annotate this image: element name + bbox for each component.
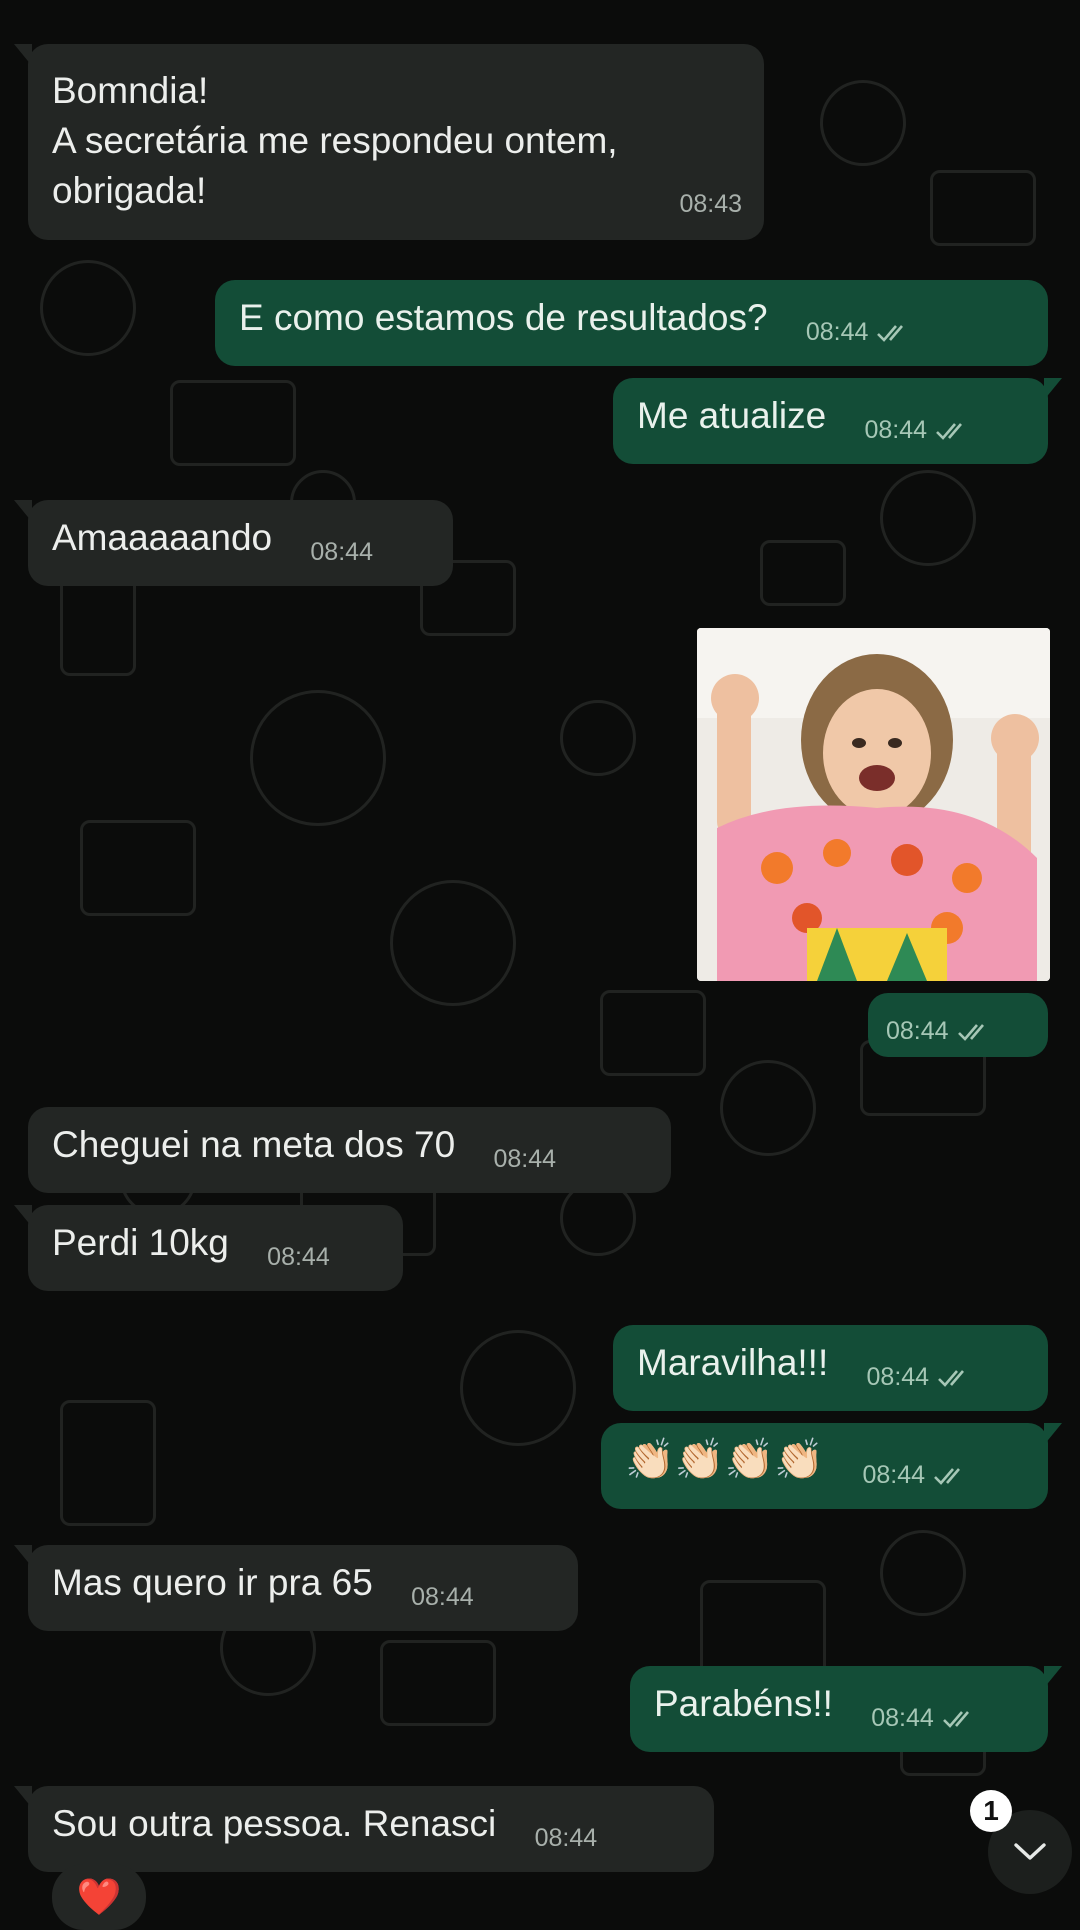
message-time: 08:44 [310, 538, 373, 566]
message-incoming[interactable]: Bomndia! A secretária me respondeu ontem… [14, 44, 764, 240]
unread-count-badge: 1 [970, 1790, 1012, 1832]
message-outgoing[interactable]: Maravilha!!! 08:44 [613, 1325, 1048, 1411]
sticker-image[interactable] [697, 628, 1050, 981]
message-time: 08:44 [534, 1824, 598, 1852]
read-ticks-icon [957, 1021, 993, 1043]
heart-reaction-icon: ❤️ [76, 1876, 122, 1917]
message-time: 08:44 [864, 416, 928, 444]
toddler-celebrating-sticker [697, 628, 1050, 981]
message-text: 👏🏻👏🏻👏🏻👏🏻 [625, 1438, 825, 1482]
message-text: Sou outra pessoa. Renasci [52, 1803, 497, 1844]
message-time: 08:43 [679, 190, 742, 218]
message-meta: 08:44 [806, 309, 913, 356]
message-incoming[interactable]: Mas quero ir pra 65 08:44 [14, 1545, 578, 1631]
message-time: 08:44 [267, 1243, 330, 1271]
read-ticks-icon [942, 1708, 978, 1730]
reaction-pill[interactable]: ❤️ [52, 1864, 146, 1930]
read-ticks-icon [933, 1465, 969, 1487]
message-meta: 08:44 [871, 1695, 978, 1742]
message-text: Me atualize [637, 395, 827, 436]
message-incoming[interactable]: Perdi 10kg 08:44 [14, 1205, 403, 1291]
message-time: 08:44 [886, 1017, 949, 1045]
message-text: E como estamos de resultados? [239, 297, 768, 338]
message-outgoing[interactable]: 👏🏻👏🏻👏🏻👏🏻 08:44 [601, 1423, 1062, 1509]
read-ticks-icon [935, 420, 971, 442]
message-outgoing[interactable]: E como estamos de resultados? 08:44 [215, 280, 1048, 366]
message-time: 08:44 [871, 1704, 934, 1732]
message-text: Parabéns!! [654, 1683, 833, 1724]
message-meta: 08:44 [865, 407, 972, 454]
read-ticks-icon [937, 1367, 973, 1389]
message-time: 08:44 [805, 318, 869, 346]
message-text: Bomndia! A secretária me respondeu ontem… [52, 70, 618, 211]
message-text: Perdi 10kg [52, 1222, 229, 1263]
message-text: Maravilha!!! [637, 1342, 829, 1383]
message-time: 08:44 [862, 1461, 926, 1489]
message-outgoing[interactable]: Parabéns!! 08:44 [630, 1666, 1062, 1752]
message-text: Mas quero ir pra 65 [52, 1562, 373, 1603]
message-meta: 08:44 [886, 1008, 993, 1055]
message-outgoing[interactable]: Me atualize 08:44 [613, 378, 1062, 464]
message-text: Cheguei na meta dos 70 [52, 1124, 456, 1165]
message-incoming[interactable]: Cheguei na meta dos 70 08:44 [28, 1107, 671, 1193]
message-time: 08:44 [493, 1145, 557, 1173]
sticker-meta-bubble: 08:44 [868, 993, 1048, 1057]
message-incoming[interactable]: Sou outra pessoa. Renasci 08:44 [14, 1786, 714, 1872]
read-ticks-icon [876, 322, 912, 344]
message-time: 08:44 [866, 1363, 930, 1391]
message-list[interactable]: Bomndia! A secretária me respondeu ontem… [0, 0, 1080, 1920]
chevron-down-icon [1014, 1843, 1046, 1860]
message-incoming[interactable]: Amaaaaando 08:44 [14, 500, 453, 586]
message-text: Amaaaaando [52, 517, 273, 558]
message-meta: 08:44 [867, 1354, 974, 1401]
message-meta: 08:44 [863, 1452, 970, 1499]
message-time: 08:44 [411, 1583, 474, 1611]
